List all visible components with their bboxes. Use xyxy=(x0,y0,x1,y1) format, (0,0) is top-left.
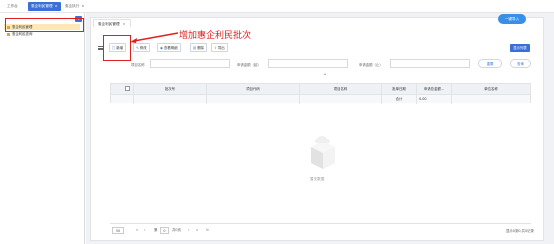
sidebar-item-label: 惠企利民查询 xyxy=(12,32,33,36)
summary-cell xyxy=(451,95,530,104)
page-size-select[interactable]: 50 xyxy=(112,227,124,234)
summary-cell xyxy=(133,95,206,104)
amount-from-input[interactable] xyxy=(268,59,348,68)
first-page-icon[interactable]: « xyxy=(136,226,138,235)
last-page-icon[interactable]: » xyxy=(196,226,198,235)
filter-label-amount-from: 申请金额（起） xyxy=(237,63,261,67)
close-icon[interactable]: × xyxy=(55,4,58,8)
edit-button[interactable]: ✎修改 xyxy=(133,43,150,52)
page-number-input[interactable]: 0 xyxy=(160,227,169,234)
project-name-input[interactable] xyxy=(150,59,230,68)
col-header-project-code[interactable]: 项目代码 xyxy=(206,84,299,94)
tab-label: 工作台 xyxy=(7,4,18,8)
button-label: 重置 xyxy=(486,62,494,66)
panel-tab-label: 惠企利民管理 xyxy=(98,22,120,26)
page-prefix: 第 xyxy=(154,228,158,232)
select-all-checkbox[interactable] xyxy=(125,86,130,91)
button-label: 查询 xyxy=(517,62,524,66)
prev-page-icon[interactable]: ‹ xyxy=(144,226,145,235)
reset-button[interactable]: 重置 xyxy=(478,59,502,68)
top-tab-bar: 工作台 惠企利民管理 × 惠企执行 × xyxy=(0,0,554,13)
filter-label-amount-to: 申请金额（止） xyxy=(359,63,383,67)
annotation-arrow-icon xyxy=(130,32,179,43)
divider xyxy=(110,223,531,224)
page-total: 共0页 xyxy=(172,228,181,232)
next-page-icon[interactable]: › xyxy=(188,226,189,235)
tab-hqlm-manage[interactable]: 惠企利民管理 × xyxy=(28,2,61,11)
folder-icon xyxy=(7,32,10,36)
tab-hq-exec[interactable]: 惠企执行 × xyxy=(62,2,87,11)
highlight-box-add xyxy=(103,35,131,61)
sidebar: « 惠企利民管理 惠企利民查询 xyxy=(0,13,85,244)
tab-label: 惠企利民管理 xyxy=(31,4,53,8)
tab-label: 惠企执行 xyxy=(65,4,80,8)
eye-icon: ◉ xyxy=(160,46,163,50)
col-header-batch-no[interactable]: 批次号 xyxy=(133,84,206,94)
refresh-icon[interactable]: ↻ xyxy=(206,226,209,235)
tab-workbench[interactable]: 工作台 xyxy=(4,2,21,11)
filter-label-project-name: 项目名称 xyxy=(131,63,145,67)
col-header-batch-date[interactable]: 批单日期 xyxy=(381,84,416,94)
button-label: 导出 xyxy=(217,46,225,50)
display-list-button[interactable]: 显示列表 xyxy=(510,44,530,52)
edit-icon: ✎ xyxy=(136,46,139,50)
view-detail-button[interactable]: ◉查看明细 xyxy=(157,43,181,52)
summary-cell xyxy=(299,95,381,104)
summary-cell xyxy=(206,95,299,104)
export-icon: ⇪ xyxy=(214,46,217,50)
close-icon[interactable]: × xyxy=(123,22,126,26)
button-label: 查看明细 xyxy=(163,46,178,50)
export-button[interactable]: ⇪导出 xyxy=(211,43,228,52)
annotation-text: 增加惠企利民批次 xyxy=(179,31,252,41)
search-button[interactable]: 查询 xyxy=(510,59,531,68)
col-header-total-amount[interactable]: 申请总金额... xyxy=(416,84,451,94)
button-label: 修改 xyxy=(139,46,147,50)
import-button[interactable]: 一键导入 xyxy=(498,14,526,24)
close-icon[interactable]: × xyxy=(81,4,84,8)
col-header-unit-name[interactable]: 单位名称 xyxy=(451,84,530,94)
highlight-box-sidebar xyxy=(5,18,84,32)
delete-button[interactable]: ▥删除 xyxy=(190,43,207,52)
data-table: 批次号 项目代码 项目名称 批单日期 申请总金额... 单位名称 合计 0.00 xyxy=(110,83,531,104)
table-header: 批次号 项目代码 项目名称 批单日期 申请总金额... 单位名称 xyxy=(111,84,530,94)
page-info: 显示0到0,共0记录 xyxy=(506,229,534,233)
summary-value: 0.00 xyxy=(416,95,451,104)
empty-box-icon xyxy=(311,136,335,169)
button-label: 删除 xyxy=(197,46,204,50)
tab-panel-hqlm[interactable]: 惠企利民管理 × xyxy=(93,19,131,27)
summary-label: 合计 xyxy=(381,95,416,104)
chevron-down-icon[interactable]: ⌄ xyxy=(322,71,328,77)
trash-icon: ▥ xyxy=(193,46,197,50)
col-header-project-name[interactable]: 项目名称 xyxy=(299,84,381,94)
table-summary-row: 合计 0.00 xyxy=(111,94,530,104)
empty-state-text: 暂无数据 xyxy=(310,177,325,181)
amount-to-input[interactable] xyxy=(390,59,470,68)
